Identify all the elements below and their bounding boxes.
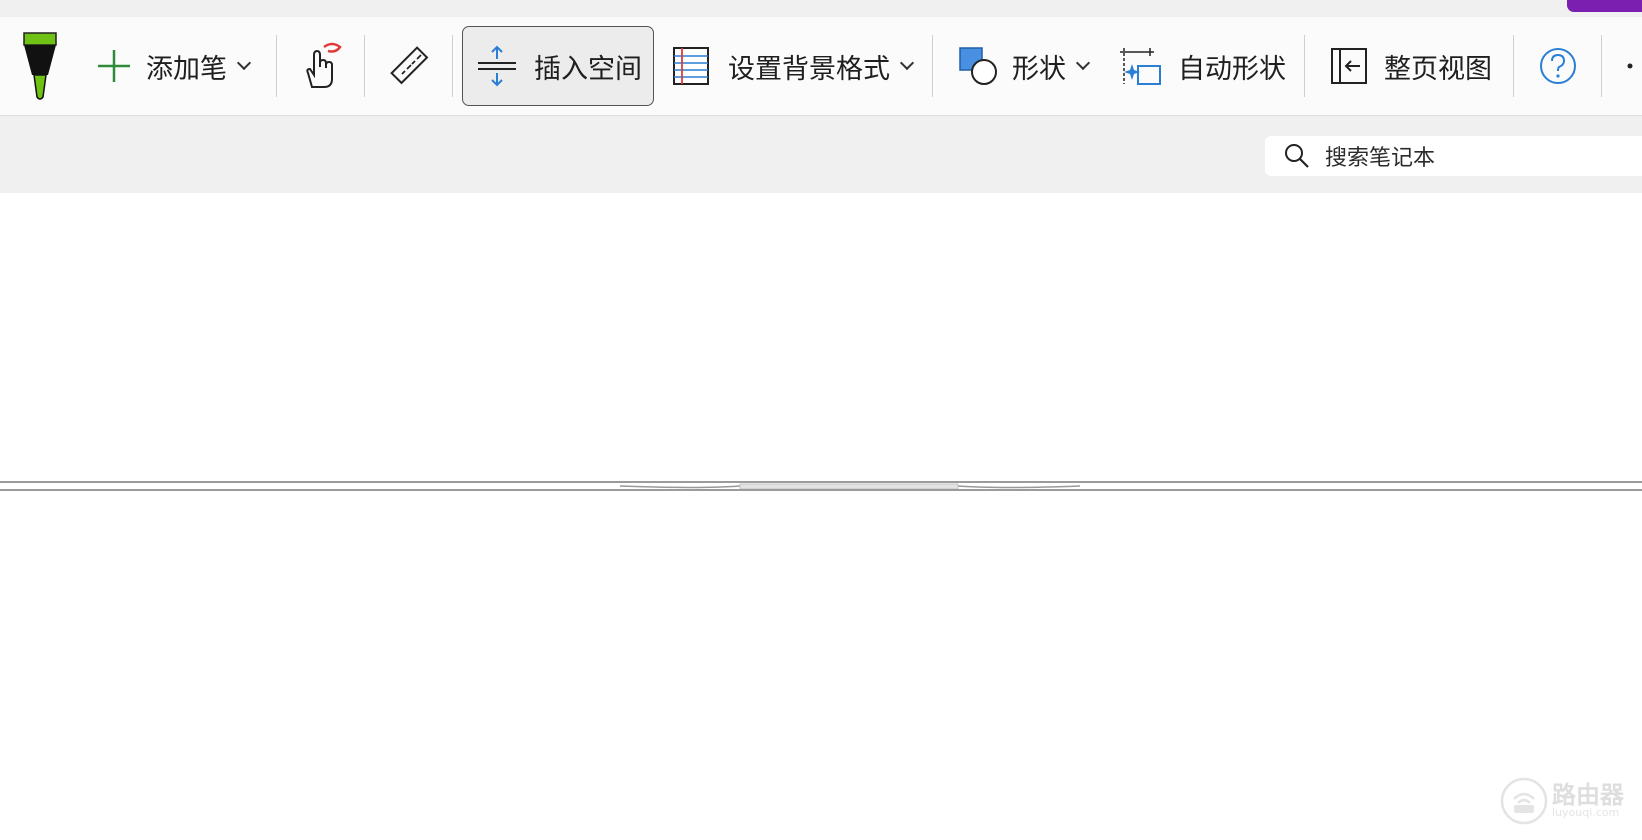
insert-space-content: 插入空间 [476, 17, 642, 115]
ribbon-separator [452, 35, 453, 97]
ribbon-separator [1601, 35, 1602, 97]
more-button[interactable] [1622, 17, 1638, 115]
ribbon-separator [1513, 35, 1514, 97]
insert-space-guide[interactable] [0, 476, 1642, 491]
full-page-view-button[interactable]: 整页视图 [1330, 17, 1492, 115]
account-accent-tab[interactable] [1567, 0, 1642, 12]
touch-drawing-icon [306, 42, 342, 88]
ruler-icon [390, 46, 429, 85]
insert-space-label: 插入空间 [534, 53, 642, 85]
search-notebooks-box[interactable]: 搜索笔记本 [1265, 136, 1642, 176]
add-pen-label: 添加笔 [146, 53, 227, 85]
pen-icon [23, 32, 57, 100]
shapes-button[interactable]: 形状 [958, 17, 1091, 115]
help-button[interactable] [1538, 17, 1578, 115]
onenote-window: 添加笔 插入空间 设置背景格式 形状 自动形状 整页视图 搜索笔记本 路由器 l… [0, 0, 1642, 840]
insert-space-icon [478, 45, 516, 87]
draw-ribbon: 添加笔 插入空间 设置背景格式 形状 自动形状 整页视图 [0, 17, 1642, 116]
note-page-canvas[interactable] [0, 193, 1642, 840]
pen-tool-button[interactable] [20, 17, 60, 115]
format-background-label: 设置背景格式 [728, 53, 890, 85]
full-page-view-icon [1331, 48, 1367, 84]
auto-shapes-label: 自动形状 [1178, 53, 1286, 85]
chevron-down-icon[interactable] [899, 55, 915, 71]
add-pen-button[interactable]: 添加笔 [94, 17, 252, 115]
ruler-button[interactable] [388, 17, 432, 115]
insert-space-guide-lines [0, 481, 1642, 491]
help-icon [1540, 48, 1576, 84]
touch-drawing-button[interactable] [300, 17, 346, 115]
chevron-down-icon[interactable] [236, 55, 252, 71]
search-input[interactable]: 搜索笔记本 [1325, 140, 1435, 172]
auto-shapes-icon [1120, 48, 1161, 85]
shapes-label: 形状 [1012, 53, 1066, 85]
auto-shapes-button[interactable]: 自动形状 [1118, 17, 1286, 115]
ruled-lines-icon [673, 47, 709, 85]
ribbon-separator [364, 35, 365, 97]
shapes-icon [959, 47, 997, 85]
router-logo-icon [1500, 777, 1548, 825]
chevron-down-icon[interactable] [1075, 55, 1091, 71]
watermark-title: 路由器 [1552, 781, 1624, 809]
format-background-button[interactable]: 设置背景格式 [672, 17, 915, 115]
full-page-view-label: 整页视图 [1384, 53, 1492, 85]
ribbon-separator [932, 35, 933, 97]
watermark: 路由器 luyouqi.com [1500, 773, 1642, 829]
title-bar-strip [0, 0, 1642, 17]
search-icon [1285, 144, 1309, 168]
watermark-subtitle: luyouqi.com [1552, 806, 1620, 819]
ribbon-separator [276, 35, 277, 97]
ribbon-separator [1304, 35, 1305, 97]
more-icon [1627, 63, 1633, 69]
plus-icon [98, 50, 130, 82]
